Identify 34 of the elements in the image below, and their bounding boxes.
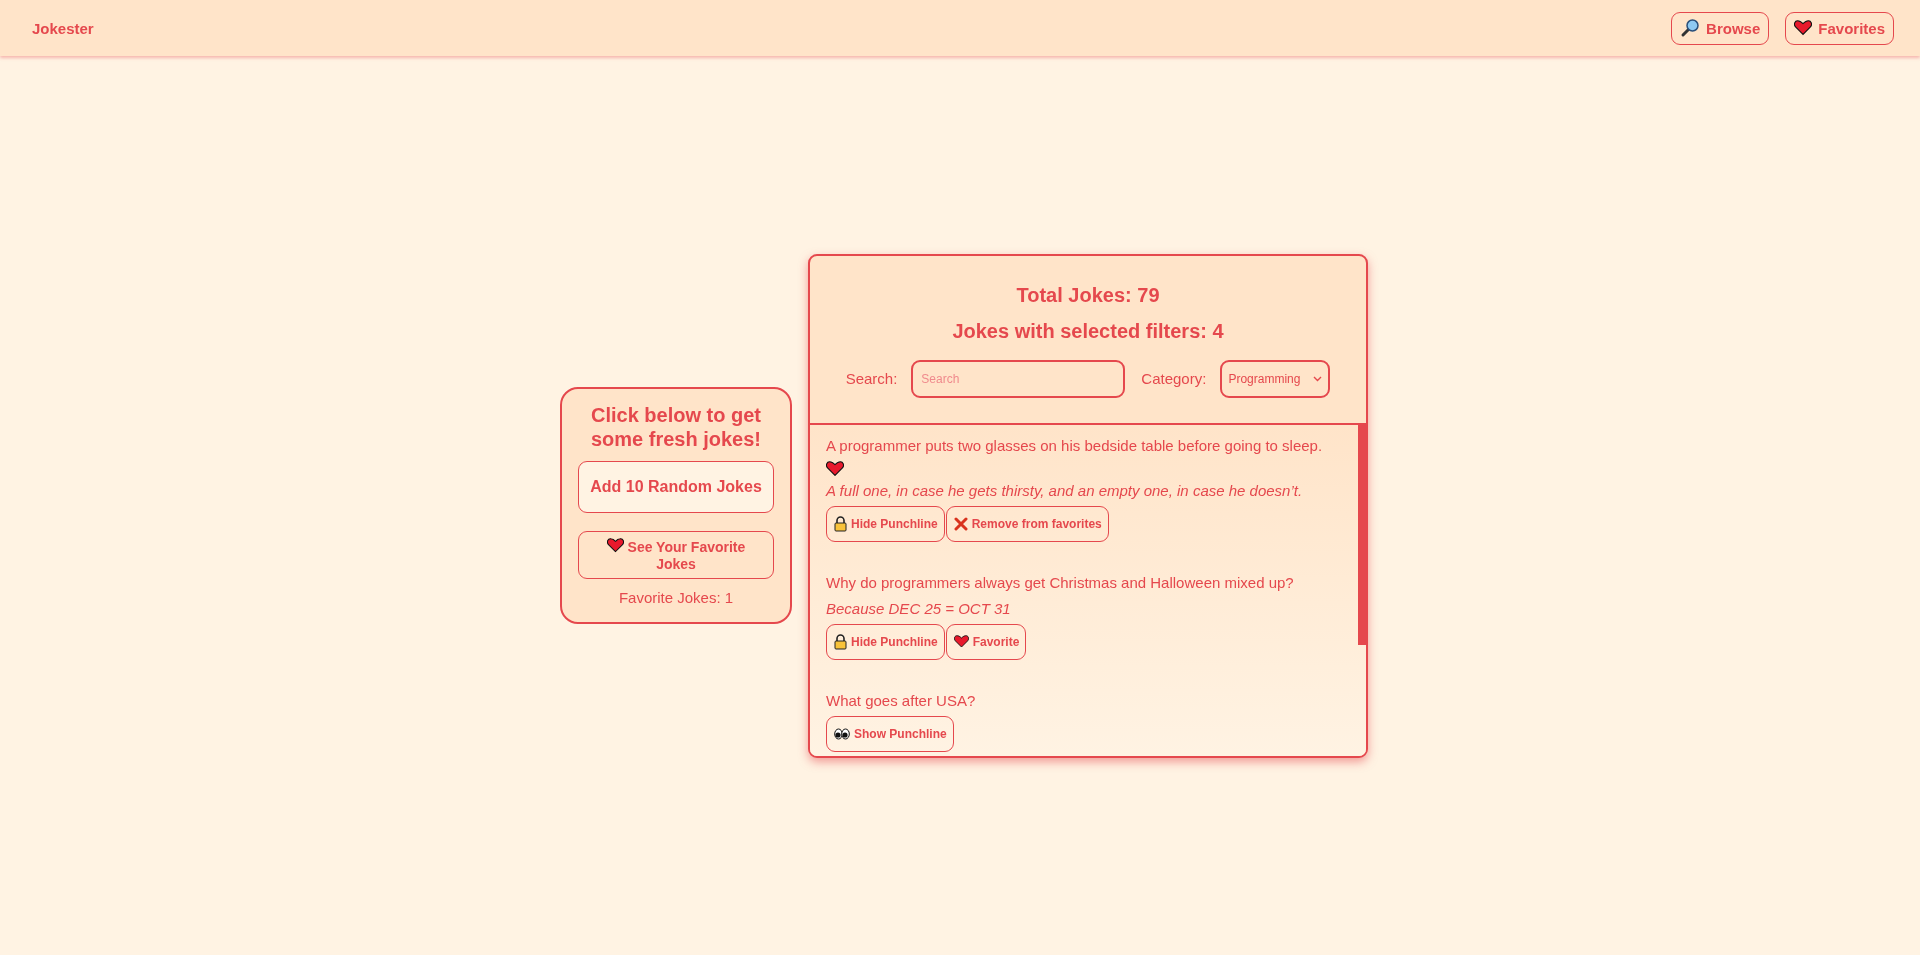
category-label: Category: [1141, 370, 1207, 387]
joke-setup: Why do programmers always get Christmas and Halloween mixed up? [826, 572, 1295, 593]
brand-name: Jokester [32, 19, 94, 37]
cross-icon [953, 516, 968, 531]
remove-favorite-button[interactable]: Remove from favorites [945, 505, 1109, 542]
favorite-count: Favorite Jokes: 1 [618, 588, 734, 606]
joke-punchline: A full one, in case he gets thirsty, and an empty one, in case he doesn’t. [826, 480, 1304, 501]
favorite-jokes-button[interactable]: See Your Favorite Jokes [578, 531, 774, 579]
total-jokes: Total Jokes: 79 [1016, 282, 1160, 308]
padlock-icon [834, 633, 847, 650]
add-jokes-button[interactable]: Add 10 Random Jokes [578, 461, 774, 514]
scrollbar-thumb[interactable] [1358, 424, 1366, 645]
heart-icon [953, 635, 969, 649]
favorite-button[interactable]: Favorite [945, 623, 1027, 660]
search-label: Search: [845, 370, 898, 387]
magnifier-icon [1680, 18, 1701, 38]
search-field[interactable]: Search [911, 359, 1126, 398]
filtered-jokes: Jokes with selected filters: 4 [952, 318, 1224, 344]
heart-icon [826, 460, 844, 476]
eyes-icon [834, 727, 850, 740]
joke-setup: What goes after USA? [826, 690, 977, 711]
heart-icon [606, 538, 624, 553]
padlock-icon [834, 515, 847, 532]
browse-button[interactable]: Browse [1671, 11, 1770, 45]
hide-punchline-button[interactable]: Hide Punchline [826, 623, 945, 660]
hide-punchline-button[interactable]: Hide Punchline [826, 505, 945, 542]
chevron-down-icon [1313, 375, 1323, 382]
heart-icon [1794, 20, 1813, 36]
joke-punchline: Because DEC 25 = OCT 31 [826, 598, 1012, 619]
favorites-button[interactable]: Favorites [1785, 11, 1894, 45]
category-dropdown[interactable]: Programming [1220, 359, 1331, 398]
card-title: Click below to get some fresh jokes! [589, 403, 763, 452]
joke-setup: A programmer puts two glasses on his bedside table before going to sleep. [826, 435, 1324, 456]
show-punchline-button[interactable]: Show Punchline [826, 715, 954, 752]
